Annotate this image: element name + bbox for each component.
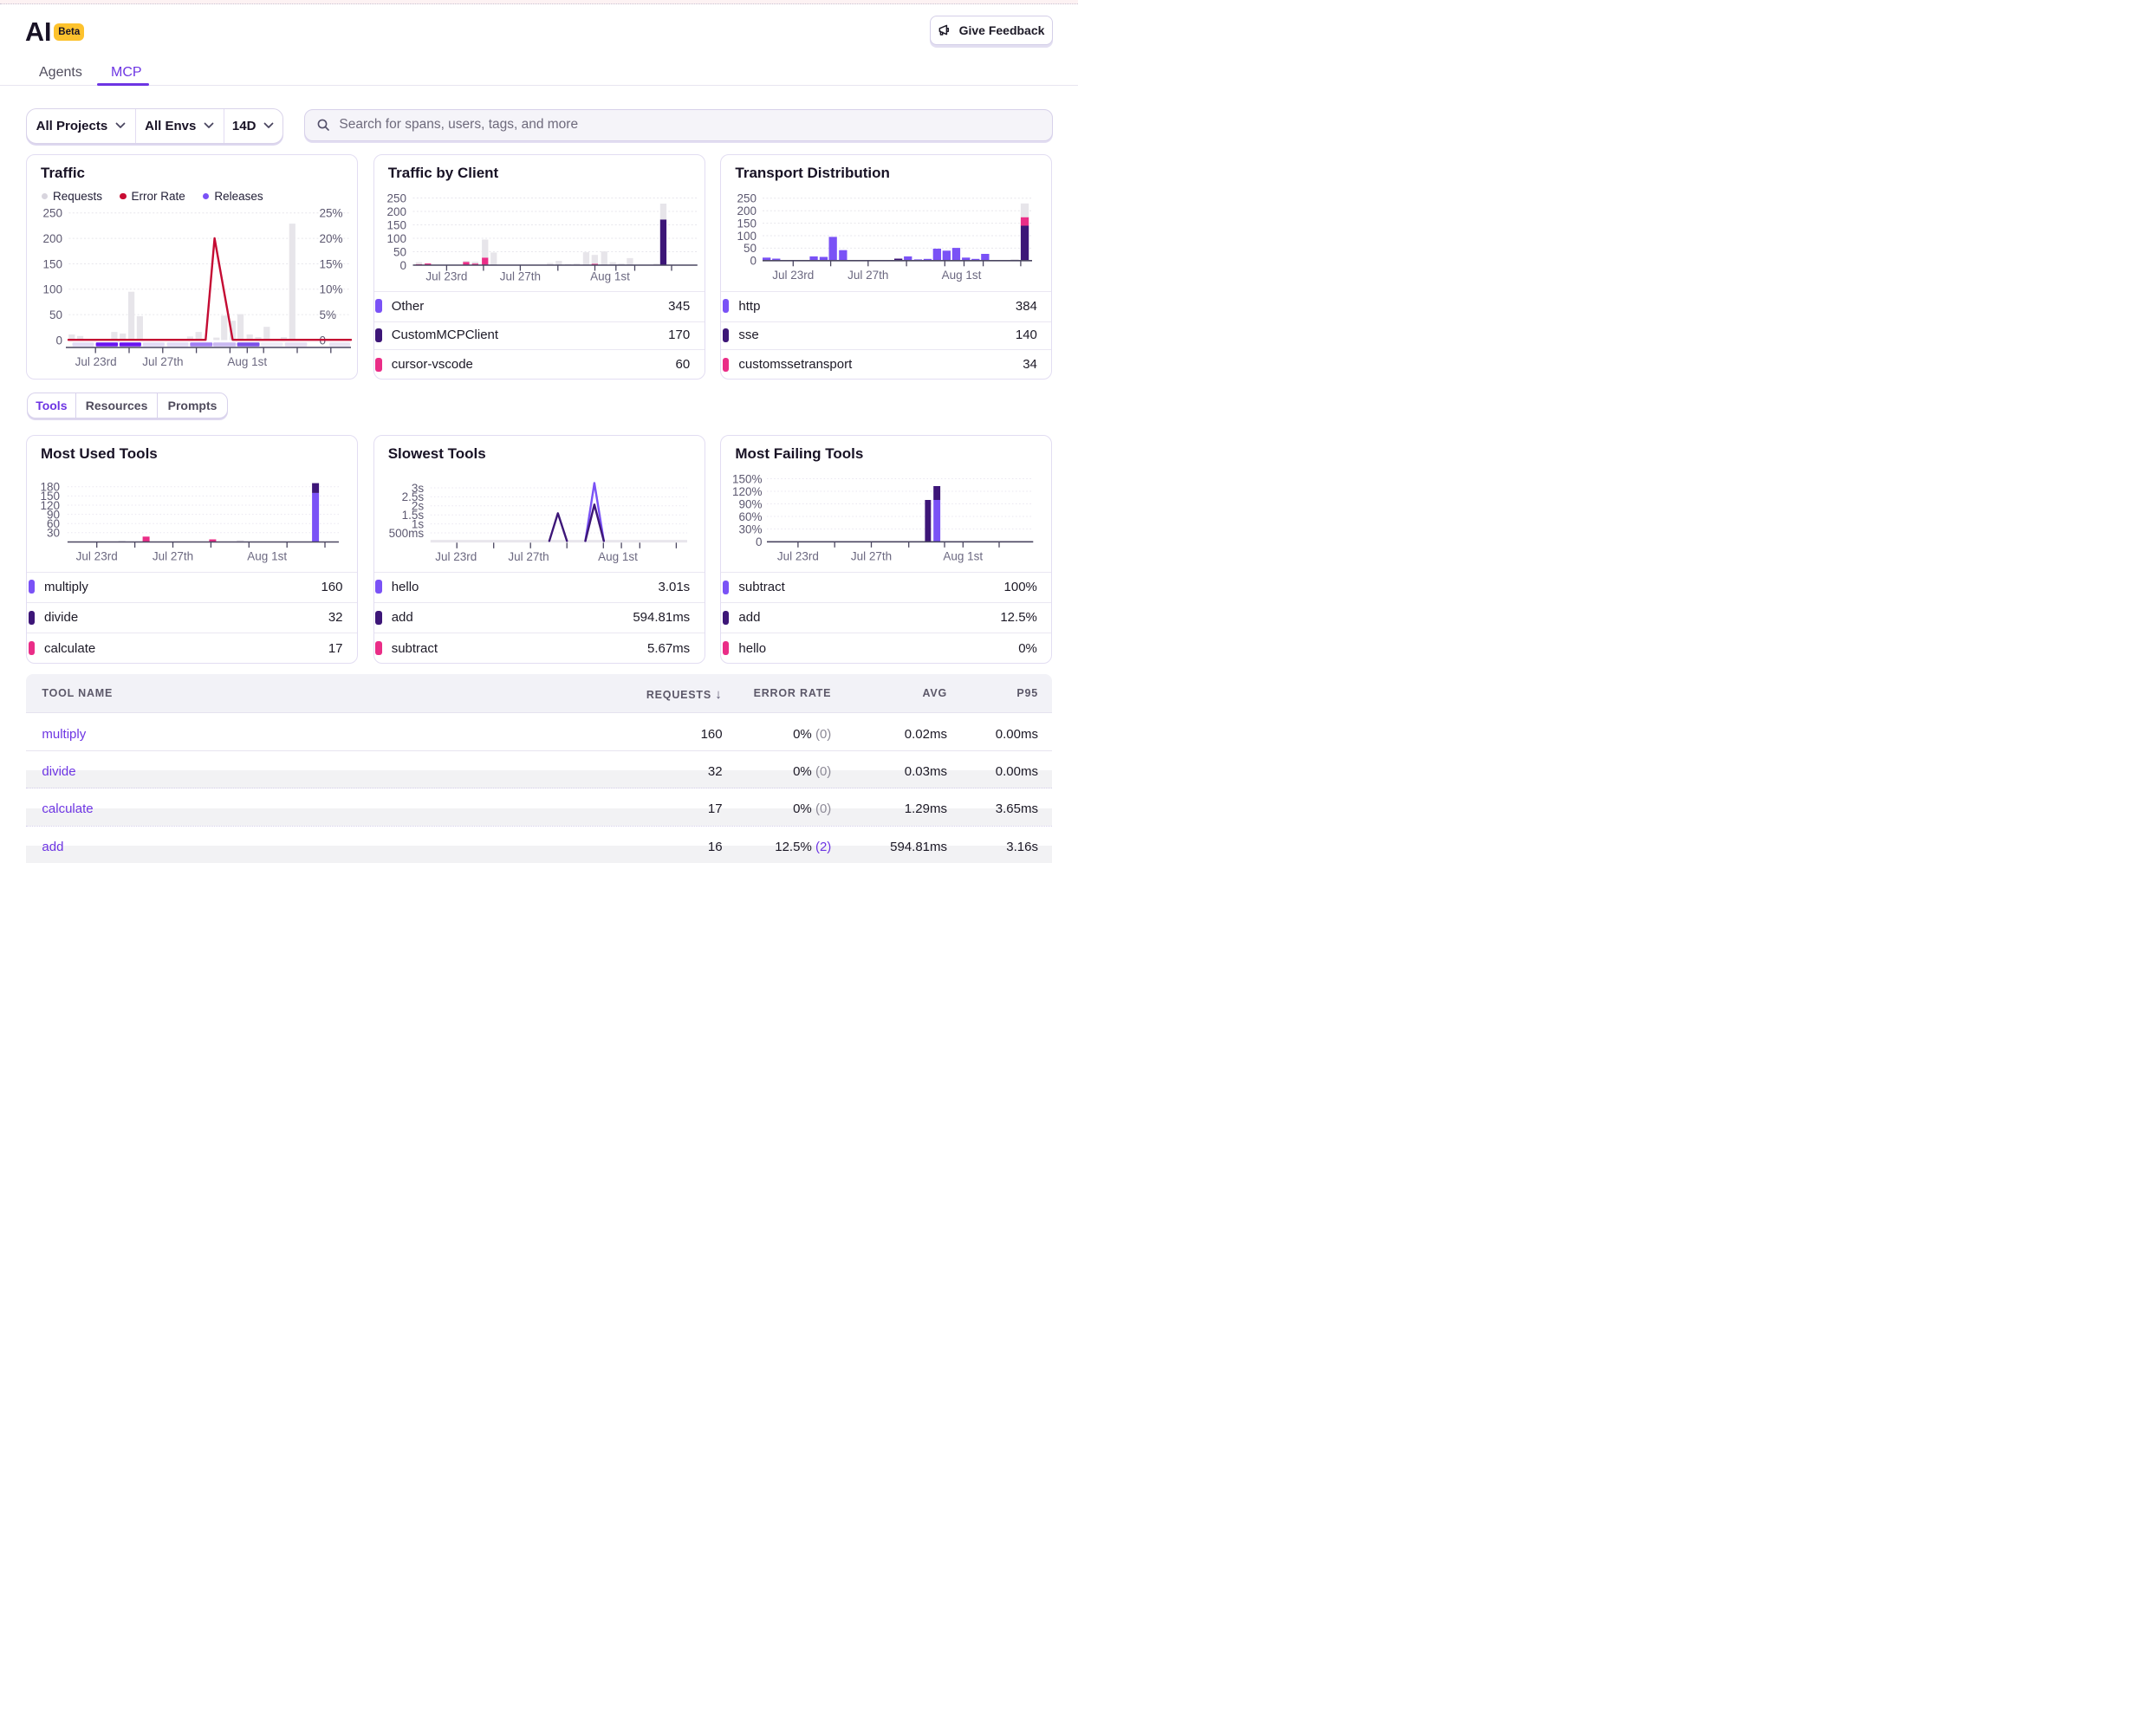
svg-text:Aug 1st: Aug 1st <box>590 270 630 283</box>
svg-text:150: 150 <box>737 217 757 230</box>
svg-text:Jul 27th: Jul 27th <box>499 270 540 283</box>
svg-text:Jul 27th: Jul 27th <box>851 550 892 563</box>
svg-text:250: 250 <box>737 192 757 205</box>
svg-text:60%: 60% <box>739 510 763 523</box>
svg-text:Jul 23rd: Jul 23rd <box>76 550 118 563</box>
svg-text:5%: 5% <box>320 308 337 321</box>
svg-text:200: 200 <box>386 205 406 218</box>
svg-text:Aug 1st: Aug 1st <box>942 269 982 282</box>
svg-text:500ms: 500ms <box>388 527 424 540</box>
svg-text:100: 100 <box>737 230 757 243</box>
svg-text:200: 200 <box>737 204 757 217</box>
svg-text:0: 0 <box>55 334 62 347</box>
svg-text:100: 100 <box>386 232 406 245</box>
svg-text:Jul 27th: Jul 27th <box>848 269 889 282</box>
svg-text:20%: 20% <box>320 232 343 245</box>
svg-text:Jul 27th: Jul 27th <box>153 550 193 563</box>
svg-text:Jul 23rd: Jul 23rd <box>75 355 117 368</box>
svg-text:0: 0 <box>756 535 763 548</box>
svg-text:200: 200 <box>42 232 62 245</box>
svg-text:250: 250 <box>386 191 406 204</box>
svg-text:0: 0 <box>750 255 757 268</box>
svg-text:15%: 15% <box>320 257 343 270</box>
svg-text:Jul 23rd: Jul 23rd <box>425 270 467 283</box>
svg-text:90%: 90% <box>739 497 763 510</box>
svg-text:10%: 10% <box>320 283 343 296</box>
svg-text:25%: 25% <box>320 207 343 220</box>
svg-text:50: 50 <box>49 308 62 321</box>
svg-text:30%: 30% <box>739 522 763 535</box>
svg-text:Jul 27th: Jul 27th <box>142 355 183 368</box>
svg-text:150%: 150% <box>732 472 763 485</box>
svg-text:50: 50 <box>744 242 757 255</box>
svg-text:120%: 120% <box>732 485 763 498</box>
svg-text:Jul 23rd: Jul 23rd <box>773 269 815 282</box>
svg-text:Aug 1st: Aug 1st <box>227 355 267 368</box>
svg-text:0: 0 <box>399 259 406 272</box>
svg-text:50: 50 <box>393 245 406 258</box>
svg-text:Jul 23rd: Jul 23rd <box>435 550 477 563</box>
svg-text:Jul 27th: Jul 27th <box>508 550 549 563</box>
svg-text:Aug 1st: Aug 1st <box>247 550 287 563</box>
svg-text:Aug 1st: Aug 1st <box>944 550 984 563</box>
svg-text:Aug 1st: Aug 1st <box>598 550 638 563</box>
svg-text:150: 150 <box>42 257 62 270</box>
svg-text:250: 250 <box>42 207 62 220</box>
svg-text:30: 30 <box>47 527 60 540</box>
svg-text:100: 100 <box>42 283 62 296</box>
svg-text:150: 150 <box>386 218 406 231</box>
svg-text:Jul 23rd: Jul 23rd <box>777 550 819 563</box>
